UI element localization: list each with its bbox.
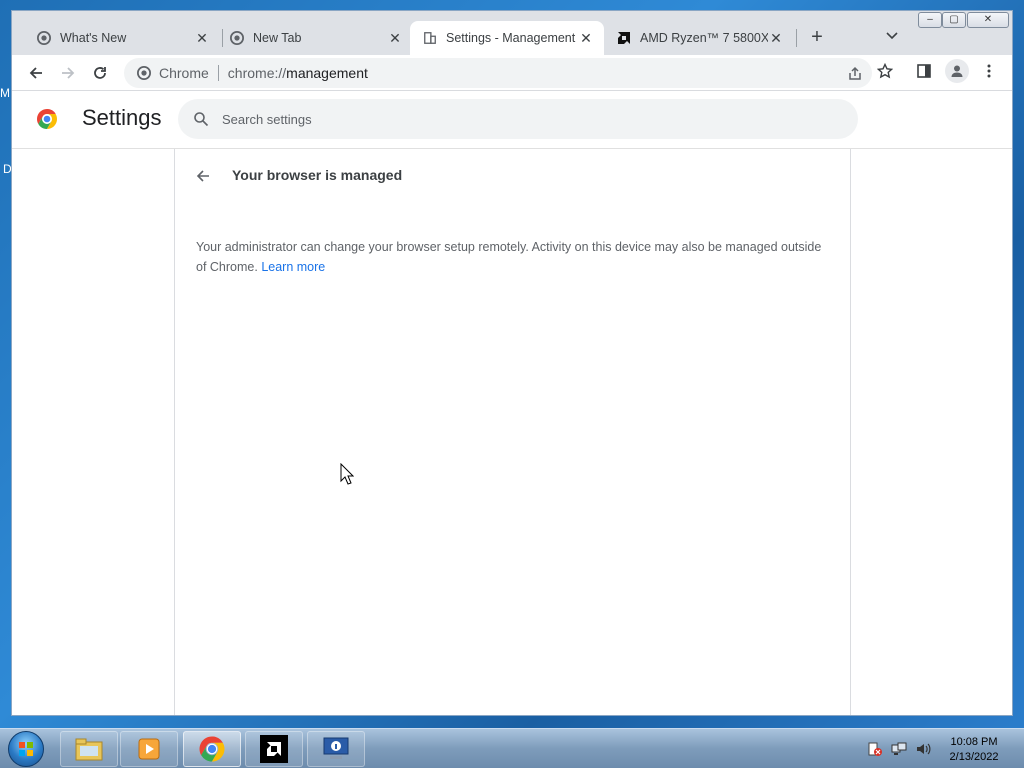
page-title: Settings bbox=[82, 105, 162, 130]
tab-settings-management[interactable]: Settings - Management ✕ bbox=[410, 21, 604, 55]
amd-icon bbox=[616, 30, 632, 46]
tab-title: New Tab bbox=[253, 31, 302, 45]
start-button[interactable] bbox=[8, 731, 44, 767]
omnibox-divider bbox=[217, 65, 219, 81]
network-icon[interactable] bbox=[891, 741, 907, 757]
arrow-left-icon bbox=[29, 67, 42, 79]
menu-button[interactable] bbox=[980, 62, 998, 80]
tab-search-button[interactable] bbox=[885, 29, 905, 47]
management-icon bbox=[422, 30, 438, 46]
tab-title: AMD Ryzen™ 7 5800X D bbox=[640, 31, 768, 45]
mouse-cursor-icon bbox=[340, 462, 355, 485]
maximize-button[interactable]: ▢ bbox=[942, 12, 966, 28]
forward-button[interactable] bbox=[56, 61, 80, 85]
volume-icon[interactable] bbox=[915, 741, 931, 757]
side-panel-icon bbox=[917, 64, 931, 78]
tab-new-tab[interactable]: New Tab ✕ bbox=[217, 21, 413, 55]
url-scheme: chrome:// bbox=[227, 65, 287, 81]
tab-strip: What's New ✕ New Tab ✕ Settings - Manage… bbox=[12, 11, 1012, 55]
chrome-icon bbox=[36, 30, 52, 46]
tab-close-icon[interactable]: ✕ bbox=[194, 30, 210, 46]
section-heading: Your browser is managed bbox=[232, 167, 403, 183]
search-icon bbox=[192, 110, 210, 128]
chevron-down-icon bbox=[886, 32, 898, 40]
settings-search[interactable] bbox=[178, 99, 858, 139]
learn-more-link[interactable]: Learn more bbox=[261, 260, 325, 274]
tab-title: Settings - Management bbox=[446, 31, 576, 45]
tab-close-icon[interactable]: ✕ bbox=[578, 30, 594, 46]
folder-icon bbox=[75, 738, 103, 761]
tab-amd-ryzen[interactable]: AMD Ryzen™ 7 5800X D ✕ bbox=[604, 21, 794, 55]
taskbar: 10:08 PM 2/13/2022 bbox=[0, 728, 1024, 768]
desktop-icon-label-m: M bbox=[0, 86, 10, 100]
windows-logo-icon bbox=[19, 742, 33, 756]
system-clock[interactable]: 10:08 PM 2/13/2022 bbox=[936, 735, 1012, 765]
amd-icon bbox=[260, 735, 288, 763]
action-center-icon[interactable] bbox=[867, 741, 883, 757]
settings-content: Your browser is managed Your administrat… bbox=[12, 149, 1012, 715]
media-player-icon bbox=[138, 738, 160, 760]
arrow-right-icon bbox=[62, 67, 75, 79]
browser-toolbar: Chrome chrome://management bbox=[12, 55, 1012, 91]
close-window-button[interactable]: ✕ bbox=[967, 12, 1009, 28]
tab-close-icon[interactable]: ✕ bbox=[768, 30, 784, 46]
search-input[interactable] bbox=[222, 111, 822, 127]
tab-divider bbox=[796, 29, 797, 47]
settings-header: Settings bbox=[12, 91, 1012, 149]
tab-close-icon[interactable]: ✕ bbox=[387, 30, 403, 46]
reload-icon bbox=[94, 67, 106, 79]
chrome-icon bbox=[136, 65, 152, 81]
clock-date: 2/13/2022 bbox=[949, 751, 999, 763]
reload-button[interactable] bbox=[88, 61, 112, 85]
star-icon bbox=[877, 63, 893, 79]
avatar-icon bbox=[951, 65, 963, 77]
system-info-icon bbox=[323, 737, 349, 759]
taskbar-chrome[interactable] bbox=[183, 731, 241, 767]
url-path: management bbox=[286, 65, 368, 81]
taskbar-amd-software[interactable] bbox=[245, 731, 303, 767]
site-label: Chrome bbox=[159, 65, 209, 81]
new-tab-button[interactable]: + bbox=[806, 27, 828, 49]
bookmark-button[interactable] bbox=[876, 62, 894, 80]
chrome-icon bbox=[199, 736, 225, 762]
back-button[interactable] bbox=[24, 61, 48, 85]
kebab-menu-icon bbox=[987, 64, 991, 78]
management-card: Your browser is managed Your administrat… bbox=[174, 149, 851, 715]
tab-whats-new[interactable]: What's New ✕ bbox=[24, 21, 220, 55]
taskbar-media-player[interactable] bbox=[120, 731, 178, 767]
taskbar-system-info[interactable] bbox=[307, 731, 365, 767]
browser-window: What's New ✕ New Tab ✕ Settings - Manage… bbox=[11, 10, 1013, 716]
clock-time: 10:08 PM bbox=[950, 736, 998, 748]
tab-title: What's New bbox=[60, 31, 127, 45]
minimize-button[interactable]: – bbox=[918, 12, 942, 28]
share-button[interactable] bbox=[846, 65, 864, 83]
address-bar[interactable]: Chrome chrome://management bbox=[124, 58, 872, 88]
arrow-left-icon bbox=[196, 170, 209, 182]
back-to-settings-button[interactable] bbox=[193, 166, 213, 186]
management-description: Your administrator can change your brows… bbox=[196, 237, 826, 277]
side-panel-button[interactable] bbox=[915, 62, 933, 80]
chrome-icon bbox=[229, 30, 245, 46]
taskbar-file-explorer[interactable] bbox=[60, 731, 118, 767]
chrome-logo-icon bbox=[35, 107, 59, 131]
profile-button[interactable] bbox=[945, 59, 969, 83]
share-icon bbox=[849, 66, 861, 80]
